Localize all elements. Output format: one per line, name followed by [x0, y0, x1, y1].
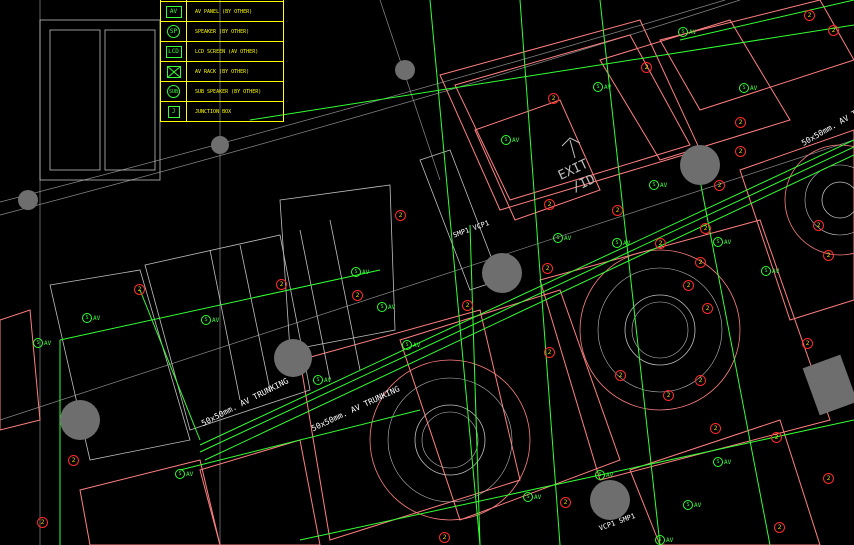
sub-speaker-icon: SUB [161, 82, 187, 101]
av-outlet-icon: S AV [713, 237, 731, 247]
av-outlet-icon: S AV [377, 302, 395, 312]
lcd-screen-icon: LCD [161, 42, 187, 61]
marker-badge: 2 [683, 280, 694, 291]
av-outlet-icon: S AV [739, 83, 757, 93]
marker-badge: 2 [804, 10, 815, 21]
marker-badge: 2 [68, 455, 79, 466]
marker-badge: 2 [695, 257, 706, 268]
legend-row: LCD LCD SCREEN (AV OTHER) [161, 41, 283, 61]
legend-table: AV AV PANEL (BY OTHER) SP SPEAKER (BY OT… [160, 0, 284, 122]
av-outlet-icon: S AV [713, 457, 731, 467]
av-outlet-icon: S AV [523, 492, 541, 502]
legend-row: AV AV PANEL (BY OTHER) [161, 1, 283, 21]
marker-badge: 2 [548, 93, 559, 104]
av-outlet-icon: S AV [649, 180, 667, 190]
marker-badge: 2 [702, 303, 713, 314]
av-outlet-icon: S AV [351, 267, 369, 277]
legend-row: SUB SUB SPEAKER (BY OTHER) [161, 81, 283, 101]
marker-badge: 2 [663, 390, 674, 401]
av-outlet-icon: S AV [612, 238, 630, 248]
av-outlet-icon: S AV [655, 535, 673, 545]
legend-label: LCD SCREEN (AV OTHER) [195, 48, 259, 55]
marker-badge: 2 [771, 432, 782, 443]
marker-badge: 2 [655, 238, 666, 249]
legend-label: SUB SPEAKER (BY OTHER) [195, 88, 262, 95]
av-outlet-icon: S AV [82, 313, 100, 323]
av-outlet-icon: S AV [595, 470, 613, 480]
marker-badge: 2 [276, 279, 287, 290]
marker-badge: 2 [462, 300, 473, 311]
legend-row: AV RACK (BY OTHER) [161, 61, 283, 81]
av-rack-icon [161, 62, 187, 81]
marker-badge: 2 [813, 220, 824, 231]
marker-badge: 2 [37, 517, 48, 528]
av-outlet-icon: S AV [553, 233, 571, 243]
marker-badge: 2 [641, 62, 652, 73]
legend-row: J JUNCTION BOX [161, 101, 283, 121]
marker-badge: 2 [735, 117, 746, 128]
marker-badge: 2 [544, 347, 555, 358]
marker-badge: 2 [439, 532, 450, 543]
marker-badge: 2 [615, 370, 626, 381]
legend-label: AV RACK (BY OTHER) [195, 68, 250, 75]
av-outlet-icon: S AV [501, 135, 519, 145]
legend-symbol-top [161, 0, 187, 1]
av-outlet-icon: S AV [201, 315, 219, 325]
ceiling-roses [369, 144, 854, 521]
exit-arrow-icon [561, 137, 581, 159]
legend-label: SPEAKER (BY OTHER) [195, 28, 250, 35]
cad-drawing-canvas[interactable]: { "legend": { "rows": [ {"symbol": "AV",… [0, 0, 854, 545]
marker-badge: 2 [823, 250, 834, 261]
av-outlet-icon: S AV [593, 82, 611, 92]
av-panel-icon: AV [161, 2, 187, 21]
av-outlet-icon: S AV [683, 500, 701, 510]
av-outlet-icon: S AV [402, 340, 420, 350]
legend-row: SP SPEAKER (BY OTHER) [161, 21, 283, 41]
marker-badge: 2 [544, 199, 555, 210]
marker-badge: 2 [560, 497, 571, 508]
marker-badge: 2 [542, 263, 553, 274]
marker-badge: 2 [802, 338, 813, 349]
junction-box-icon: J [161, 102, 187, 121]
marker-badge: 2 [352, 290, 363, 301]
speaker-icon: SP [161, 22, 187, 41]
legend-label: JUNCTION BOX [195, 108, 232, 115]
marker-badge: 2 [395, 210, 406, 221]
marker-badge: 2 [695, 375, 706, 386]
marker-badge: 2 [735, 146, 746, 157]
marker-badge: 2 [828, 25, 839, 36]
marker-badge: 2 [710, 423, 721, 434]
marker-badge: 2 [700, 223, 711, 234]
marker-badge: 2 [774, 522, 785, 533]
av-outlet-icon: S AV [175, 469, 193, 479]
av-outlet-icon: S AV [33, 338, 51, 348]
av-outlet-icon: S AV [678, 27, 696, 37]
marker-badge: 2 [823, 473, 834, 484]
marker-badge: 2 [612, 205, 623, 216]
legend-label: AV PANEL (BY OTHER) [195, 8, 253, 15]
marker-badge: 2 [134, 284, 145, 295]
av-outlet-icon: S AV [313, 375, 331, 385]
av-outlet-icon: S AV [761, 266, 779, 276]
marker-badge: 2 [714, 180, 725, 191]
